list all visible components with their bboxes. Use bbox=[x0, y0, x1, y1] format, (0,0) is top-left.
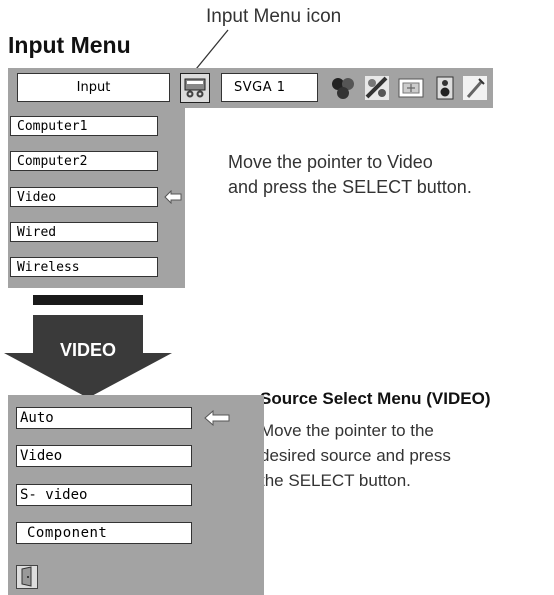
source-item-component[interactable]: Component bbox=[16, 522, 192, 544]
setting-icon[interactable] bbox=[460, 73, 490, 103]
page-title: Input Menu bbox=[8, 32, 131, 58]
image-adjust-icon[interactable] bbox=[328, 73, 358, 103]
source-select-menu: Auto Video S- video Component bbox=[8, 395, 264, 595]
input-label-field: Input bbox=[17, 73, 170, 102]
resolution-field: SVGA 1 bbox=[221, 73, 318, 102]
pointer-arrow-icon bbox=[164, 190, 182, 204]
input-menu-icon-callout: Input Menu icon bbox=[206, 6, 342, 27]
source-select-heading: Source Select Menu (VIDEO) bbox=[260, 389, 491, 408]
sound-icon[interactable] bbox=[430, 73, 460, 103]
source-instruction-line-1: Move the pointer to the bbox=[260, 421, 434, 440]
instruction-line-2: and press the SELECT button. bbox=[228, 177, 472, 197]
source-instruction-line-2: desired source and press bbox=[260, 446, 451, 465]
menu-bar: Input SVGA 1 bbox=[8, 68, 493, 108]
pointer-arrow-icon bbox=[204, 410, 230, 426]
source-item-video[interactable]: Video bbox=[16, 445, 192, 467]
input-list: Computer1 Computer2 Video Wired Wireless bbox=[8, 108, 185, 288]
color-adjust-icon[interactable] bbox=[362, 73, 392, 103]
input-item-wired[interactable]: Wired bbox=[10, 222, 158, 242]
source-item-s-video[interactable]: S- video bbox=[16, 484, 192, 506]
exit-door-icon[interactable] bbox=[16, 565, 38, 589]
input-item-computer1[interactable]: Computer1 bbox=[10, 116, 158, 136]
instruction-line-1: Move the pointer to Video bbox=[228, 152, 433, 172]
input-item-wireless[interactable]: Wireless bbox=[10, 257, 158, 277]
input-menu-icon[interactable] bbox=[180, 73, 210, 103]
source-instruction-line-3: the SELECT button. bbox=[260, 471, 411, 490]
input-item-computer2[interactable]: Computer2 bbox=[10, 151, 158, 171]
source-item-auto[interactable]: Auto bbox=[16, 407, 192, 429]
screen-icon[interactable] bbox=[396, 73, 426, 103]
arrow-label: VIDEO bbox=[60, 340, 117, 360]
input-item-video[interactable]: Video bbox=[10, 187, 158, 207]
